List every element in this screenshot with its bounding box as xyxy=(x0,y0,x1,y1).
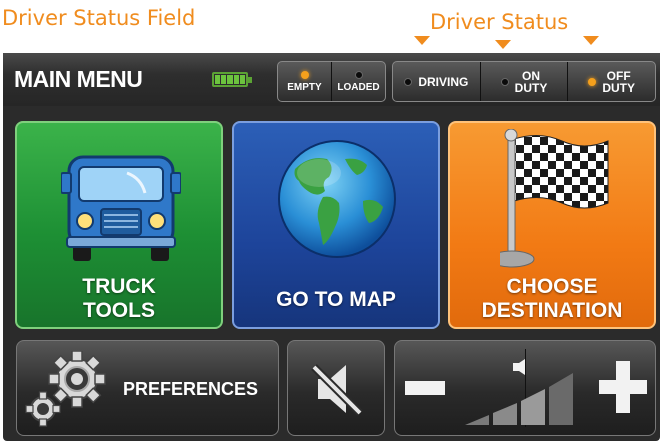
choose-destination-tile[interactable]: CHOOSE DESTINATION xyxy=(448,121,656,329)
load-status-toggle: EMPTY LOADED xyxy=(277,61,386,102)
truck-tools-label: TRUCK TOOLS xyxy=(82,275,156,322)
indicator-dot-off xyxy=(500,77,509,86)
indicator-dot-off xyxy=(404,77,413,86)
truck-tools-tile[interactable]: TRUCK TOOLS xyxy=(15,121,223,329)
truck-icon xyxy=(61,155,181,261)
go-to-map-tile[interactable]: GO TO MAP xyxy=(232,121,440,329)
driver-status-on-duty[interactable]: ON DUTY xyxy=(479,62,568,101)
load-option-label: EMPTY xyxy=(287,81,322,93)
checkered-flag-icon xyxy=(500,129,609,268)
load-option-empty[interactable]: EMPTY xyxy=(278,62,331,101)
driver-status-off-duty[interactable]: OFF DUTY xyxy=(567,62,655,101)
load-option-label: LOADED xyxy=(337,81,380,93)
plus-icon xyxy=(599,361,647,413)
driver-status-label: ON DUTY xyxy=(514,68,548,95)
annotation-arrow-off-duty xyxy=(583,36,599,45)
preferences-button[interactable]: PREFERENCES xyxy=(16,340,279,436)
page-title: MAIN MENU xyxy=(14,66,143,92)
speaker-muted-icon xyxy=(311,364,363,416)
driver-status-driving[interactable]: DRIVING xyxy=(393,62,480,101)
globe-icon xyxy=(278,140,396,258)
go-to-map-label: GO TO MAP xyxy=(276,288,396,311)
load-option-loaded[interactable]: LOADED xyxy=(331,62,385,101)
driver-status-label: OFF DUTY xyxy=(602,68,636,95)
minus-icon xyxy=(405,381,445,395)
driver-status-label: DRIVING xyxy=(418,74,469,89)
annotation-driver-status: Driver Status xyxy=(430,10,569,34)
mute-button[interactable] xyxy=(287,340,385,436)
driver-status-toggle: DRIVING ON DUTY OFF DUTY xyxy=(392,61,656,102)
annotation-arrow-driving xyxy=(414,36,430,45)
choose-destination-label: CHOOSE DESTINATION xyxy=(481,275,623,322)
annotation-arrow-on-duty xyxy=(495,40,511,49)
indicator-dot-on xyxy=(300,70,309,79)
battery-full-icon xyxy=(212,72,252,87)
preferences-label: PREFERENCES xyxy=(123,379,259,399)
volume-control xyxy=(394,340,656,436)
volume-level-icon xyxy=(465,359,573,425)
annotation-driver-status-field: Driver Status Field xyxy=(2,6,196,30)
indicator-dot-on xyxy=(588,77,597,86)
indicator-dot-off xyxy=(354,70,363,79)
gears-icon xyxy=(25,351,106,427)
